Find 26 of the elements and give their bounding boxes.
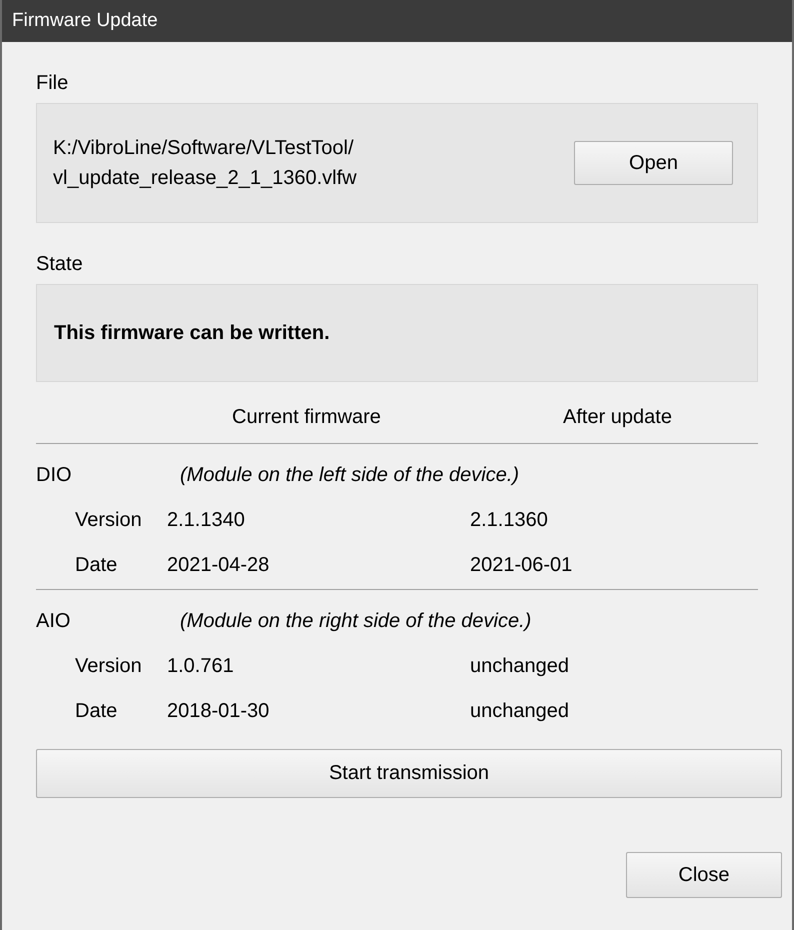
module-description: (Module on the left side of the device.) [180, 464, 520, 487]
file-path: K:/VibroLine/Software/VLTestTool/ vl_update_release_2_1_1360.vlfw [53, 136, 357, 191]
state-message: This firmware can be written. [54, 322, 330, 344]
after-value: unchanged [470, 655, 569, 678]
close-button[interactable]: Close [626, 852, 782, 898]
section-label: State [36, 253, 83, 276]
module-name: AIO [36, 610, 70, 633]
module-name: DIO [36, 464, 72, 487]
current-value: 1.0.761 [167, 655, 234, 678]
after-value: unchanged [470, 700, 569, 723]
after-value: 2021-06-01 [470, 554, 572, 577]
row-label: Date [75, 700, 118, 723]
section-label: File [36, 72, 68, 95]
current-value: 2.1.1340 [167, 509, 245, 532]
window-title: Firmware Update [2, 0, 792, 42]
after-value: 2.1.1360 [470, 509, 548, 532]
column-header: After update [563, 406, 672, 429]
row-label: Date [75, 554, 118, 577]
open-button[interactable]: Open [574, 141, 733, 185]
current-value: 2021-04-28 [167, 554, 270, 577]
column-header: Current firmware [232, 406, 381, 429]
row-label: Version [75, 509, 142, 532]
start-transmission-button[interactable]: Start transmission [36, 749, 782, 798]
current-value: 2018-01-30 [167, 700, 270, 723]
module-description: (Module on the right side of the device.) [180, 610, 532, 633]
row-label: Version [75, 655, 142, 678]
